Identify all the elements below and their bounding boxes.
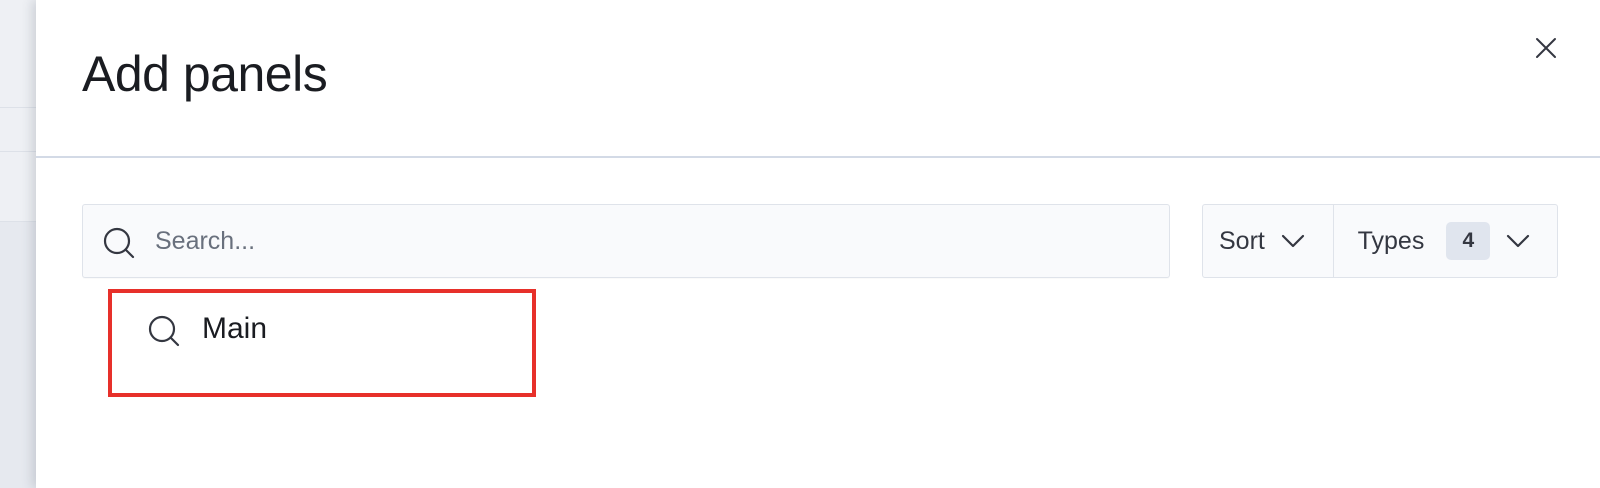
flyout-title: Add panels xyxy=(82,46,328,102)
search-input[interactable] xyxy=(155,205,1155,277)
search-icon xyxy=(148,315,180,347)
add-panels-flyout: Add panels Sort Types 4 xyxy=(36,0,1600,488)
filter-group: Sort Types 4 xyxy=(1202,204,1558,278)
types-count-badge: 4 xyxy=(1446,222,1491,260)
result-item-main[interactable]: Main xyxy=(108,289,536,397)
result-label: Main xyxy=(202,312,268,345)
background-page xyxy=(0,0,36,488)
chevron-down-icon xyxy=(1281,234,1304,248)
search-icon xyxy=(103,227,135,259)
sort-label: Sort xyxy=(1219,226,1265,255)
background-band xyxy=(0,0,36,108)
background-band xyxy=(0,152,36,222)
types-label: Types xyxy=(1357,226,1425,255)
chevron-down-icon xyxy=(1507,234,1530,248)
types-button[interactable]: Types 4 xyxy=(1334,205,1557,277)
flyout-header: Add panels xyxy=(36,0,1600,158)
close-icon xyxy=(1536,38,1556,58)
search-field[interactable] xyxy=(82,204,1170,278)
background-band xyxy=(0,108,36,152)
close-button[interactable] xyxy=(1526,28,1566,68)
sort-button[interactable]: Sort xyxy=(1203,205,1334,277)
